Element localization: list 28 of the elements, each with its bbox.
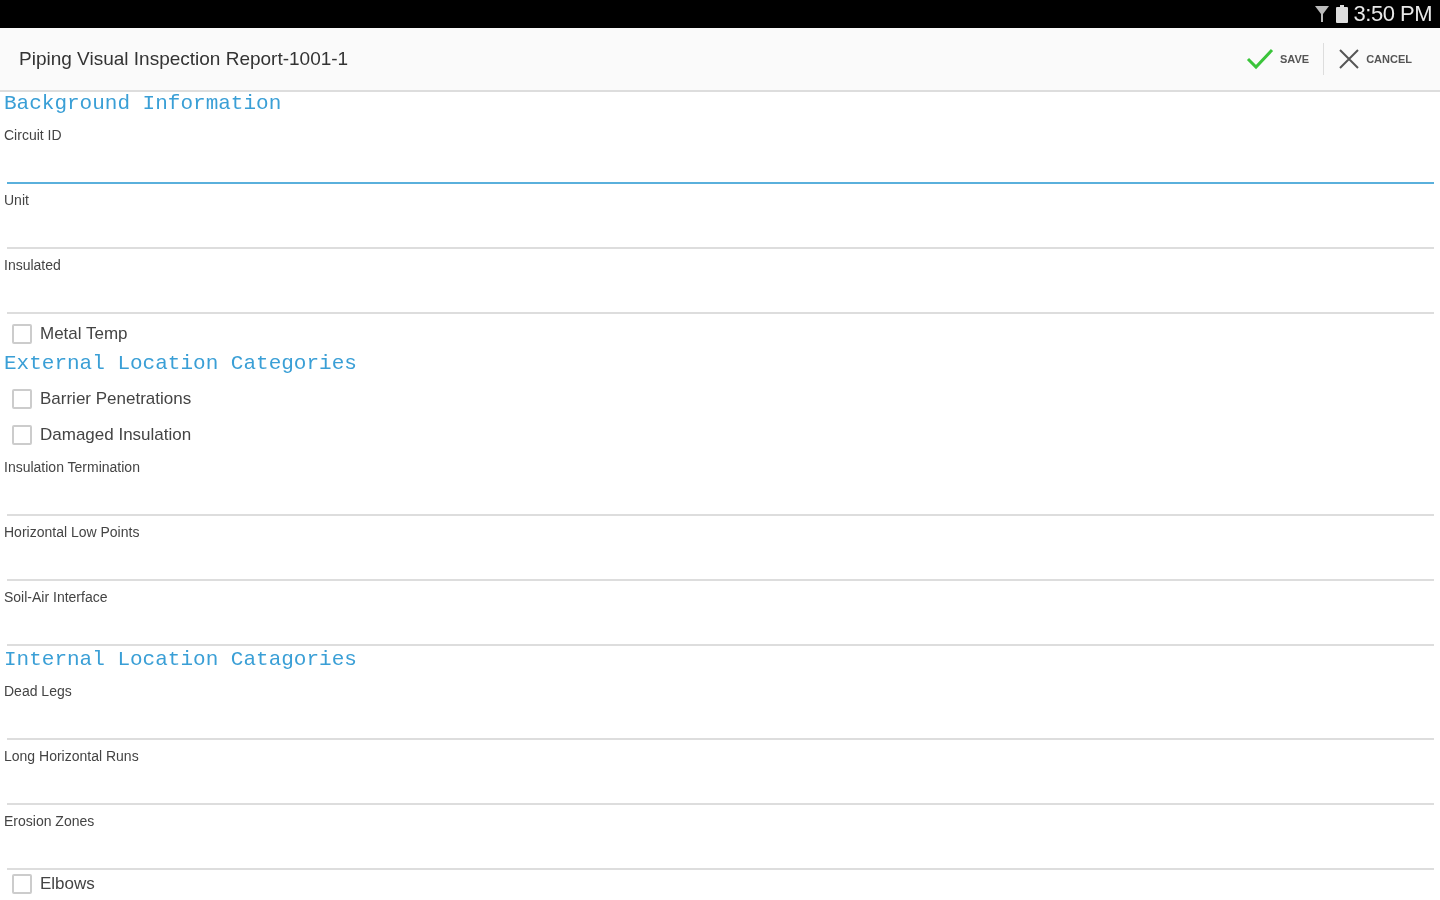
- save-button[interactable]: SAVE: [1232, 42, 1324, 76]
- cancel-button[interactable]: CANCEL: [1324, 42, 1426, 76]
- checkbox-label: Metal Temp: [40, 324, 128, 344]
- field-label: Dead Legs: [4, 682, 72, 697]
- checkbox[interactable]: [12, 874, 32, 894]
- battery-icon: [1335, 4, 1348, 24]
- field-label: Circuit ID: [4, 126, 62, 141]
- close-icon: [1338, 48, 1361, 70]
- section-heading: Background Information: [4, 92, 283, 117]
- field-label: Unit: [4, 191, 29, 206]
- field-label: Erosion Zones: [4, 812, 95, 827]
- checkbox[interactable]: [12, 425, 32, 445]
- section-heading: External Location Categories: [4, 352, 358, 377]
- checkbox-label: Damaged Insulation: [40, 425, 192, 445]
- checkbox-label: Barrier Penetrations: [40, 389, 192, 409]
- field-label: Insulation Termination: [4, 458, 140, 473]
- checkmark-icon: [1246, 48, 1274, 70]
- field-label: Soil-Air Interface: [4, 588, 108, 603]
- checkbox-label: Elbows: [40, 874, 95, 894]
- clock: 3:50 PM: [1353, 1, 1432, 27]
- field-label: Insulated: [4, 256, 61, 271]
- section-heading: Internal Location Catagories: [4, 648, 358, 673]
- field-label: Horizontal Low Points: [4, 523, 140, 538]
- checkbox[interactable]: [12, 389, 32, 409]
- field-label: Long Horizontal Runs: [4, 747, 139, 762]
- signal-icon: [1313, 4, 1330, 24]
- checkbox[interactable]: [12, 324, 32, 344]
- window-title: Piping Visual Inspection Report-1001-1: [19, 48, 350, 70]
